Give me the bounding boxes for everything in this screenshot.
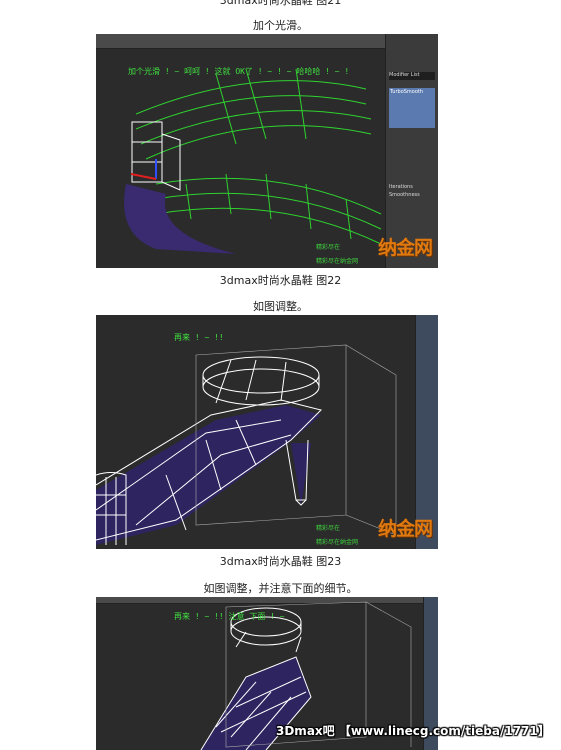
screenshot-figure-23: 再来 ! ~ !! 精彩尽在 纳金网 精彩尽在纳金网 (96, 315, 438, 549)
command-panel (415, 315, 438, 549)
watermark-text-2: 精彩尽在纳金网 (316, 539, 359, 546)
previous-figure-caption: 3dmax时尚水晶鞋 图21 (219, 0, 342, 7)
instruction-text: 加个光滑。 (253, 19, 308, 32)
watermark-text-1: 精彩尽在 (316, 244, 341, 251)
screenshot-figure-22: Modifier List TurboSmooth Iterations Smo… (96, 34, 438, 268)
iterations-label: Iterations (389, 184, 413, 190)
modifier-stack[interactable]: TurboSmooth (389, 88, 435, 128)
viewport-23[interactable] (96, 315, 416, 549)
figure-caption: 3dmax时尚水晶鞋 图23 (219, 555, 342, 568)
watermark-logo: 纳金网 (377, 518, 433, 540)
modifier-list-dropdown[interactable]: Modifier List (389, 72, 435, 80)
viewport-note: 再来 ! ~ !! 注意 下面 ! ~ (174, 612, 285, 621)
turbosmooth-entry[interactable]: TurboSmooth (389, 88, 435, 96)
watermark-text-2: 精彩尽在纳金网 (316, 258, 359, 265)
instruction-text: 如图调整。 (253, 300, 308, 313)
command-panel: Modifier List TurboSmooth Iterations Smo… (385, 34, 438, 268)
forum-banner: 3Dmax吧 【www.linecg.com/tieba/1771】 (276, 724, 550, 738)
viewport-note: 再来 ! ~ !! (174, 333, 224, 342)
smoothness-label: Smoothness (389, 192, 420, 198)
figure-caption: 3dmax时尚水晶鞋 图22 (219, 274, 342, 287)
watermark: 精彩尽在 纳金网 精彩尽在纳金网 (316, 518, 433, 547)
viewport-note: 加个光滑 ! ~ 呵呵 ! 这就 OK了 ! ~ ! ~ 哈哈哈 ! ~ ! (128, 67, 350, 76)
watermark-logo: 纳金网 (377, 237, 433, 259)
watermark: 精彩尽在 纳金网 精彩尽在纳金网 (316, 237, 433, 266)
watermark-text-1: 精彩尽在 (316, 525, 341, 532)
instruction-text: 如图调整，并注意下面的细节。 (203, 582, 358, 595)
